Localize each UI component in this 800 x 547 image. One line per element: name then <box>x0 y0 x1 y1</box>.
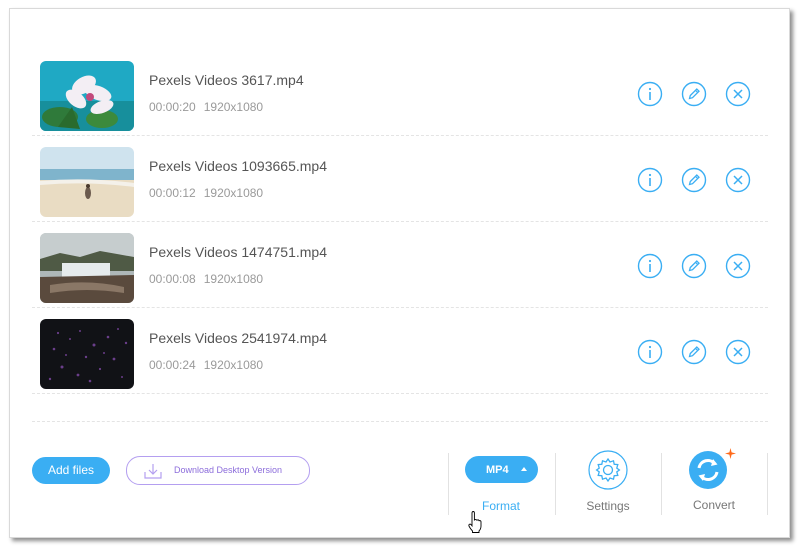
toolbar-separator <box>555 453 556 515</box>
video-thumbnail <box>40 233 134 303</box>
info-icon[interactable] <box>637 167 663 193</box>
file-meta: 00:00:24 1920x1080 <box>149 358 263 372</box>
info-icon[interactable] <box>637 339 663 365</box>
file-row: Pexels Videos 1474751.mp4 00:00:08 1920x1… <box>32 221 768 308</box>
sparkle-icon <box>725 448 736 459</box>
file-name: Pexels Videos 1093665.mp4 <box>149 158 327 174</box>
file-meta: 00:00:12 1920x1080 <box>149 186 263 200</box>
settings-label[interactable]: Settings <box>568 499 648 513</box>
file-meta: 00:00:20 1920x1080 <box>149 100 263 114</box>
video-thumbnail <box>40 319 134 389</box>
info-icon[interactable] <box>637 81 663 107</box>
file-row: Pexels Videos 2541974.mp4 00:00:24 1920x1… <box>32 307 768 394</box>
file-duration: 00:00:20 <box>149 100 196 114</box>
convert-label[interactable]: Convert <box>674 498 754 512</box>
hand-cursor-icon <box>468 511 482 533</box>
toolbar-separator <box>661 453 662 515</box>
file-name: Pexels Videos 1474751.mp4 <box>149 244 327 260</box>
add-files-button[interactable]: Add files <box>32 457 110 484</box>
video-thumbnail <box>40 147 134 217</box>
settings-gear-icon[interactable] <box>588 450 628 490</box>
file-resolution: 1920x1080 <box>203 272 264 286</box>
convert-icon[interactable] <box>688 450 728 490</box>
toolbar-divider <box>32 421 768 422</box>
file-resolution: 1920x1080 <box>203 100 264 114</box>
file-row: Pexels Videos 1093665.mp4 00:00:12 1920x1… <box>32 135 768 222</box>
file-duration: 00:00:24 <box>149 358 196 372</box>
close-icon[interactable] <box>725 339 751 365</box>
file-name: Pexels Videos 3617.mp4 <box>149 72 304 88</box>
format-value: MP4 <box>486 464 509 476</box>
file-name: Pexels Videos 2541974.mp4 <box>149 330 327 346</box>
file-row: Pexels Videos 3617.mp4 00:00:20 1920x1080 <box>32 49 768 136</box>
caret-up-icon <box>521 467 527 471</box>
toolbar-separator <box>448 453 449 515</box>
edit-icon[interactable] <box>681 339 707 365</box>
toolbar-separator <box>767 453 768 515</box>
close-icon[interactable] <box>725 81 751 107</box>
close-icon[interactable] <box>725 167 751 193</box>
close-icon[interactable] <box>725 253 751 279</box>
download-icon <box>144 464 162 479</box>
edit-icon[interactable] <box>681 253 707 279</box>
download-desktop-label: Download Desktop Version <box>174 465 283 475</box>
file-meta: 00:00:08 1920x1080 <box>149 272 263 286</box>
format-select[interactable]: MP4 <box>465 456 538 483</box>
video-thumbnail <box>40 61 134 131</box>
file-duration: 00:00:12 <box>149 186 196 200</box>
download-desktop-button[interactable]: Download Desktop Version <box>126 456 310 485</box>
file-duration: 00:00:08 <box>149 272 196 286</box>
info-icon[interactable] <box>637 253 663 279</box>
edit-icon[interactable] <box>681 81 707 107</box>
file-resolution: 1920x1080 <box>203 358 264 372</box>
file-resolution: 1920x1080 <box>203 186 264 200</box>
converter-panel: Pexels Videos 3617.mp4 00:00:20 1920x1080 <box>9 8 790 538</box>
edit-icon[interactable] <box>681 167 707 193</box>
